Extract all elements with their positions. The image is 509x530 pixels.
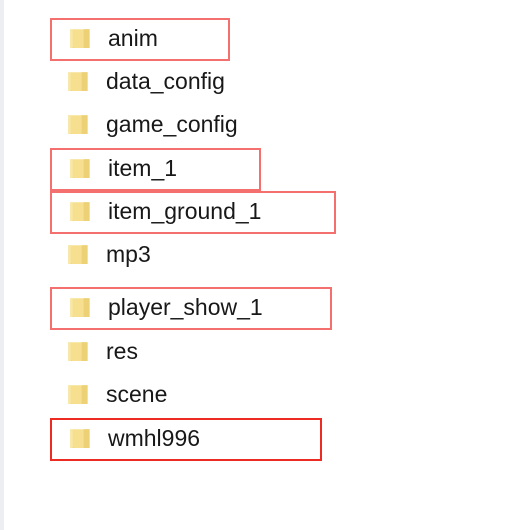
- folder-icon: [67, 114, 89, 137]
- folder-icon: [69, 297, 91, 320]
- folder-list: anim data_config game_config item_1 item_gro…: [0, 0, 509, 530]
- folder-item-label: data_config: [106, 67, 225, 94]
- folder-item-label: item_ground_1: [108, 197, 262, 224]
- folder-item-label: anim: [108, 24, 158, 51]
- folder-item-res[interactable]: res: [50, 331, 230, 374]
- folder-icon: [67, 384, 89, 407]
- folder-icon: [69, 201, 91, 224]
- folder-icon: [69, 158, 91, 181]
- folder-item-data-config[interactable]: data_config: [50, 61, 230, 104]
- folder-item-label: item_1: [108, 154, 178, 181]
- folder-icon: [67, 244, 89, 267]
- folder-icon: [67, 71, 89, 94]
- folder-icon: [69, 428, 91, 451]
- folder-icon: [69, 28, 91, 51]
- folder-item-label: res: [106, 337, 138, 364]
- folder-item-scene[interactable]: scene: [50, 374, 230, 417]
- folder-item-label: game_config: [106, 110, 238, 137]
- folder-item-label: player_show_1: [108, 293, 263, 320]
- folder-icon: [67, 341, 89, 364]
- folder-item-game-config[interactable]: game_config: [50, 104, 238, 147]
- folder-item-anim[interactable]: anim: [50, 18, 230, 61]
- folder-item-mp3[interactable]: mp3: [50, 234, 230, 277]
- folder-item-label: mp3: [106, 240, 151, 267]
- folder-item-player-show-1[interactable]: player_show_1: [50, 287, 332, 330]
- folder-item-wmhl996[interactable]: wmhl996: [50, 418, 322, 461]
- folder-item-item-1[interactable]: item_1: [50, 148, 261, 191]
- folder-item-label: scene: [106, 380, 168, 407]
- folder-item-item-ground-1[interactable]: item_ground_1: [50, 191, 336, 234]
- folder-item-label: wmhl996: [108, 424, 201, 451]
